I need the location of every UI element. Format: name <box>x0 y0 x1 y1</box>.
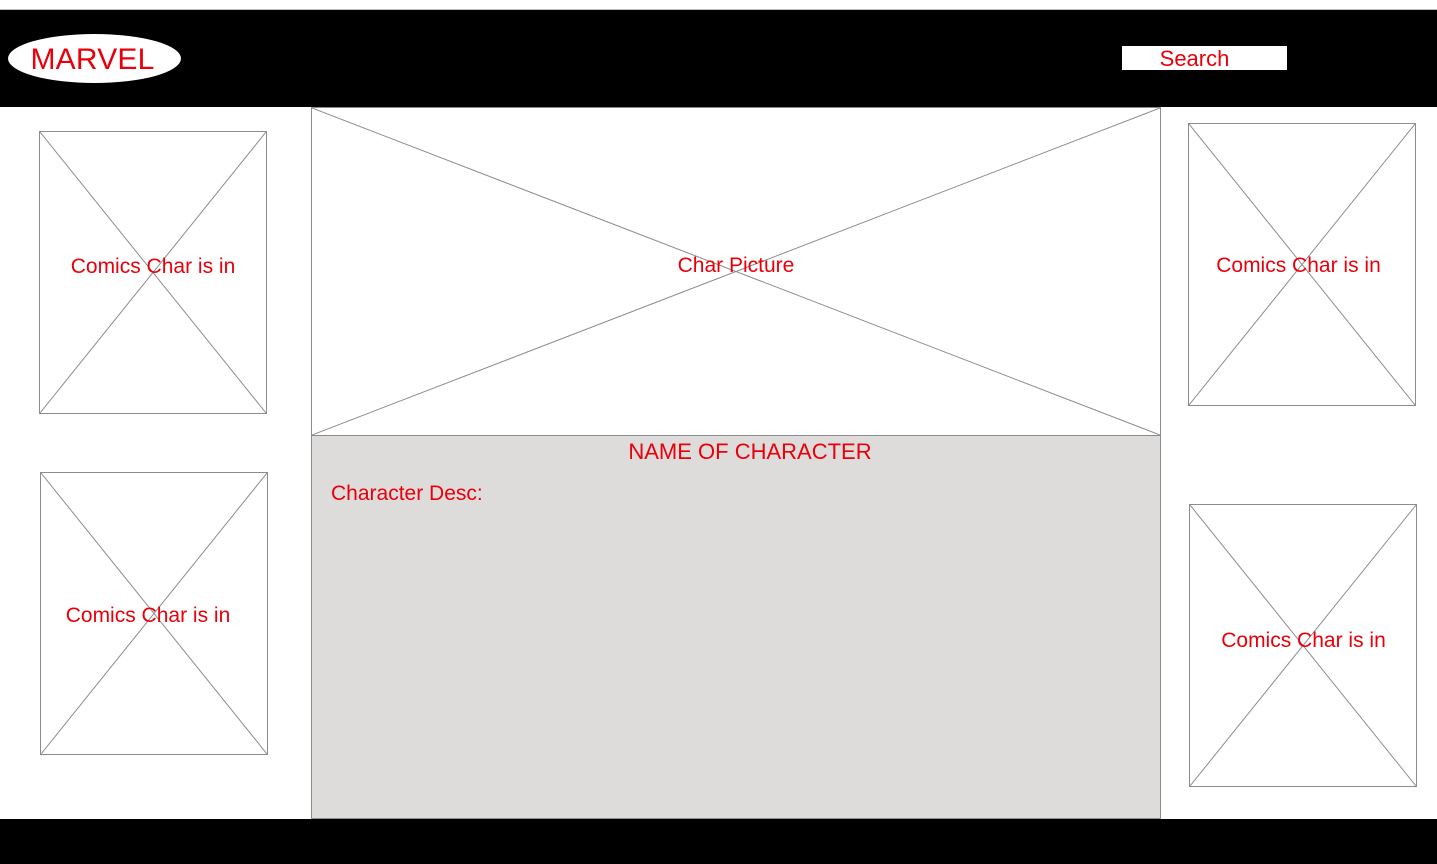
comic-card-label: Comics Char is in <box>1221 629 1386 652</box>
character-description-label: Character Desc: <box>331 482 483 505</box>
search-box[interactable]: Search <box>1122 46 1287 71</box>
character-info-panel: NAME OF CHARACTER Character Desc: <box>311 435 1161 819</box>
comic-card-right-bottom[interactable]: Comics Char is in <box>1189 504 1417 787</box>
marvel-logo[interactable]: MARVEL <box>8 34 181 83</box>
header-bar: MARVEL Search <box>0 10 1437 107</box>
comic-card-label: Comics Char is in <box>65 604 231 627</box>
comic-card-left-top[interactable]: Comics Char is in <box>39 131 267 414</box>
comic-card-left-bottom[interactable]: Comics Char is in <box>40 472 268 755</box>
comic-card-label: Comics Char is in <box>70 255 236 278</box>
search-label: Search <box>1159 46 1230 71</box>
character-name: NAME OF CHARACTER <box>628 439 872 464</box>
character-picture: Char Picture <box>311 107 1161 436</box>
comic-card-right-top[interactable]: Comics Char is in <box>1188 123 1416 406</box>
character-picture-label: Char Picture <box>677 254 795 277</box>
logo-text: MARVEL <box>30 42 155 76</box>
footer-bar <box>0 819 1437 864</box>
comic-card-label: Comics Char is in <box>1216 254 1381 277</box>
top-border <box>0 0 1437 10</box>
